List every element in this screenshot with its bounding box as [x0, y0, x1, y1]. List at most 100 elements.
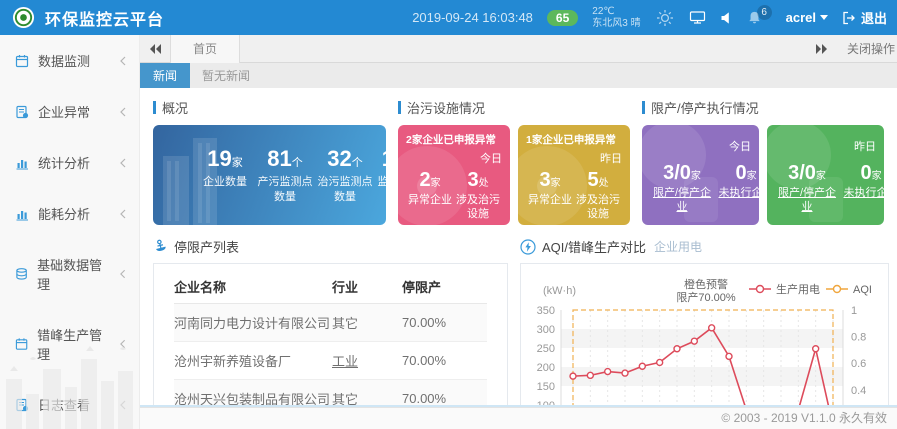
stat-treatment-points: 32个 治污监测点数量: [315, 146, 375, 205]
svg-text:生产用电: 生产用电: [776, 282, 820, 296]
chevron-left-icon: [119, 106, 127, 118]
sidebar-item-enterprise-anomaly[interactable]: 企业异常: [0, 86, 139, 137]
scroll-tabs-right-button[interactable]: [807, 44, 837, 54]
header-datetime: 2019-09-24 16:03:48: [412, 10, 533, 25]
ratio-value: 70.00%: [402, 304, 487, 342]
city-skyline-watermark: [0, 319, 140, 429]
close-operations-menu[interactable]: 关闭操作: [847, 40, 895, 57]
restriction-section: 限产/停产执行情况 今日 3/0家 限产/停产企业: [642, 98, 884, 225]
sun-icon: [655, 8, 675, 28]
halt-list-panel: 企业名称 行业 停限产 河南同力电力设计有限公司 其它: [153, 263, 508, 407]
card-headline: 1家企业已申报异常: [526, 132, 622, 147]
tab-home-label: 首页: [193, 40, 217, 57]
logout-button[interactable]: 退出: [842, 8, 887, 27]
table-row: 河南同力电力设计有限公司 其它 70.00%: [174, 304, 487, 342]
sidebar-item-label: 统计分析: [38, 153, 90, 172]
svg-text:200: 200: [537, 362, 555, 374]
notifications[interactable]: 6: [747, 10, 762, 25]
enterprise-name: 河南同力电力设计有限公司: [174, 304, 332, 342]
notification-count-badge: 6: [757, 5, 772, 20]
dashboard-content: 概况 19家 企业数量: [140, 88, 897, 407]
svg-text:250: 250: [537, 343, 555, 355]
caret-down-icon: [820, 15, 828, 20]
stat-restricted-enterprises: 3/0家 限产/停产企业: [775, 162, 839, 215]
halt-list-table: 企业名称 行业 停限产 河南同力电力设计有限公司 其它: [174, 268, 487, 407]
footer: © 2003 - 2019 V1.1.0 永久有效: [140, 407, 897, 429]
logout-icon: [842, 11, 856, 25]
svg-text:150: 150: [537, 381, 555, 393]
sidebar-item-base-data[interactable]: 基础数据管理: [0, 239, 139, 309]
sidebar-item-data-monitoring[interactable]: 数据监测: [0, 35, 139, 86]
sidebar-item-label: 企业异常: [38, 102, 90, 121]
logout-label: 退出: [861, 8, 887, 27]
stat-enterprise-count: 19家 企业数量: [195, 146, 255, 205]
halt-list-section: 停限产列表 企业名称 行业 停限产: [153, 237, 508, 407]
svg-text:0.8: 0.8: [851, 332, 866, 344]
sidebar-item-energy-analysis[interactable]: 能耗分析: [0, 188, 139, 239]
sidebar-item-label: 基础数据管理: [37, 255, 110, 293]
svg-text:AQI: AQI: [853, 284, 872, 296]
monitor-icon[interactable]: [689, 10, 706, 25]
stat-abnormal-enterprises: 2家 异常企业: [406, 169, 454, 222]
table-row: 沧州宇新养殖设备厂 工业 70.00%: [174, 342, 487, 380]
calendar-icon: [15, 54, 29, 68]
industry-link[interactable]: 工业: [332, 342, 402, 380]
enterprise-name: 沧州宇新养殖设备厂: [174, 342, 332, 380]
card-day-label: 昨日: [526, 150, 622, 166]
sidebar-item-label: 能耗分析: [38, 204, 90, 223]
stat-pollution-points: 81个 产污监测点数量: [255, 146, 315, 205]
stat-involved-facilities: 3处 涉及治污设施: [454, 169, 502, 222]
stat-abnormal-enterprises: 3家 异常企业: [526, 169, 574, 222]
restriction-title: 限产/停产执行情况: [642, 98, 884, 117]
chevron-left-icon: [119, 268, 127, 280]
aqi-chart-panel: 35030025020015010050010.80.60.40.20(kW·h…: [520, 263, 889, 407]
tab-home[interactable]: 首页: [170, 35, 240, 63]
restriction-today-card: 今日 3/0家 限产/停产企业 0家 未执行企业: [642, 125, 759, 225]
svg-text:橙色预警: 橙色预警: [684, 277, 728, 291]
anchor-icon: [151, 237, 169, 255]
ratio-value: 70.00%: [402, 342, 487, 380]
card-day-label: 昨日: [775, 138, 876, 154]
svg-text:350: 350: [537, 305, 555, 317]
treatment-title: 治污设施情况: [398, 98, 630, 117]
app-window: 环保监控云平台 2019-09-24 16:03:48 65 22℃ 东北风3 …: [0, 0, 897, 429]
svg-text:1: 1: [851, 305, 857, 317]
col-header-enterprise: 企业名称: [174, 268, 332, 304]
speaker-icon[interactable]: [720, 11, 733, 25]
scroll-tabs-left-button[interactable]: [140, 44, 170, 54]
stat-nonexecuting-enterprises: 0家 未执行企业: [839, 162, 884, 215]
overview-section: 概况 19家 企业数量: [153, 98, 386, 225]
chevron-left-icon: [119, 55, 127, 67]
sidebar-item-label: 数据监测: [38, 51, 90, 70]
industry-value: 其它: [332, 380, 402, 408]
aqi-title: AQI/错峰生产对比 企业用电: [520, 237, 889, 256]
tab-bar: 首页 关闭操作: [140, 35, 897, 63]
logo-icon: [12, 6, 35, 29]
svg-text:0.6: 0.6: [851, 358, 866, 370]
app-title: 环保监控云平台: [45, 6, 164, 30]
stat-nonexecuting-enterprises: 0家 未执行企业: [714, 162, 759, 215]
overview-title: 概况: [153, 98, 386, 117]
user-menu[interactable]: acrel: [786, 10, 828, 25]
username: acrel: [786, 10, 816, 25]
weather-condition: 东北风3 晴: [592, 18, 640, 30]
industry-value: 其它: [332, 304, 402, 342]
aqi-section: AQI/错峰生产对比 企业用电 35030025020015010050010.…: [520, 237, 889, 407]
svg-text:100: 100: [537, 400, 555, 407]
chevron-left-icon: [119, 157, 127, 169]
halt-list-title: 停限产列表: [153, 237, 508, 256]
overview-card: 19家 企业数量 81个 产污监测点数量 32个 治污监测点数量: [153, 125, 386, 225]
card-day-label: 今日: [406, 150, 502, 166]
svg-text:限产70.00%: 限产70.00%: [676, 290, 736, 304]
aqi-badge: 65: [547, 10, 578, 26]
document-gear-icon: [15, 105, 29, 119]
ratio-value: 70.00%: [402, 380, 487, 408]
sidebar-item-statistics[interactable]: 统计分析: [0, 137, 139, 188]
sidebar: 数据监测 企业异常 统计分析 能耗分析 基础数据管理: [0, 35, 140, 429]
treatment-today-card: 2家企业已申报异常 今日 2家 异常企业 3处 涉及治污设施: [398, 125, 510, 225]
col-header-industry: 行业: [332, 268, 402, 304]
restriction-yesterday-card: 昨日 3/0家 限产/停产企业 0家 未执行企业: [767, 125, 884, 225]
news-button[interactable]: 新闻: [140, 63, 190, 88]
aqi-subtitle: 企业用电: [654, 238, 702, 255]
enterprise-name: 沧州天兴包装制品有限公司: [174, 380, 332, 408]
